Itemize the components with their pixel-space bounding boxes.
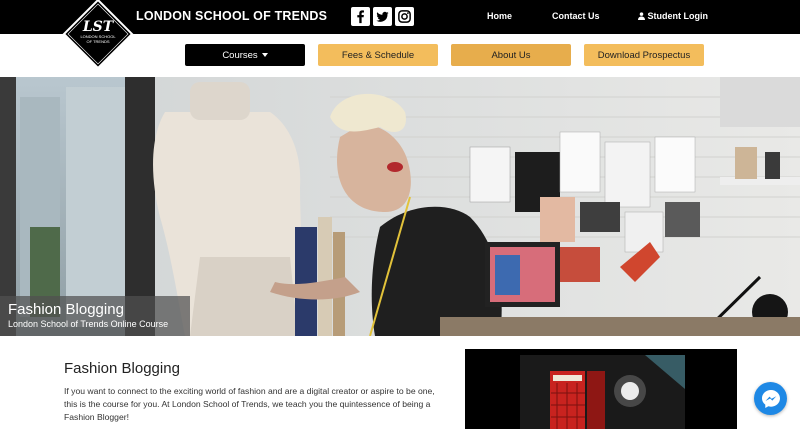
svg-text:OF TRENDS: OF TRENDS <box>86 39 109 44</box>
courses-dropdown-button[interactable]: Courses <box>185 44 305 66</box>
student-login-label: Student Login <box>647 11 709 21</box>
brand-name[interactable]: LONDON SCHOOL OF TRENDS <box>136 9 327 23</box>
download-prospectus-button[interactable]: Download Prospectus <box>584 44 704 66</box>
hero-subtitle: London School of Trends Online Course <box>8 319 169 329</box>
instagram-icon[interactable] <box>395 7 414 26</box>
messenger-icon <box>761 389 780 408</box>
caret-down-icon <box>261 53 268 57</box>
hero-caption: Fashion Blogging London School of Trends… <box>0 296 190 336</box>
nav-home[interactable]: Home <box>487 11 512 21</box>
nav-student-login[interactable]: Student Login <box>638 11 708 21</box>
hero-title: Fashion Blogging <box>8 301 124 318</box>
about-us-button[interactable]: About Us <box>451 44 571 66</box>
course-title: Fashion Blogging <box>64 360 180 377</box>
hero-banner: Fashion Blogging London School of Trends… <box>0 77 800 336</box>
nav-contact[interactable]: Contact Us <box>552 11 600 21</box>
fees-schedule-button[interactable]: Fees & Schedule <box>318 44 438 66</box>
course-video[interactable] <box>465 349 737 429</box>
facebook-icon[interactable] <box>351 7 370 26</box>
svg-text:LST: LST <box>82 19 115 35</box>
user-icon <box>638 12 645 20</box>
courses-label: Courses <box>222 49 258 61</box>
school-logo[interactable]: LST LONDON SCHOOL OF TRENDS <box>62 0 134 70</box>
messenger-chat-button[interactable] <box>754 382 787 415</box>
twitter-icon[interactable] <box>373 7 392 26</box>
course-description: If you want to connect to the exciting w… <box>64 386 435 422</box>
